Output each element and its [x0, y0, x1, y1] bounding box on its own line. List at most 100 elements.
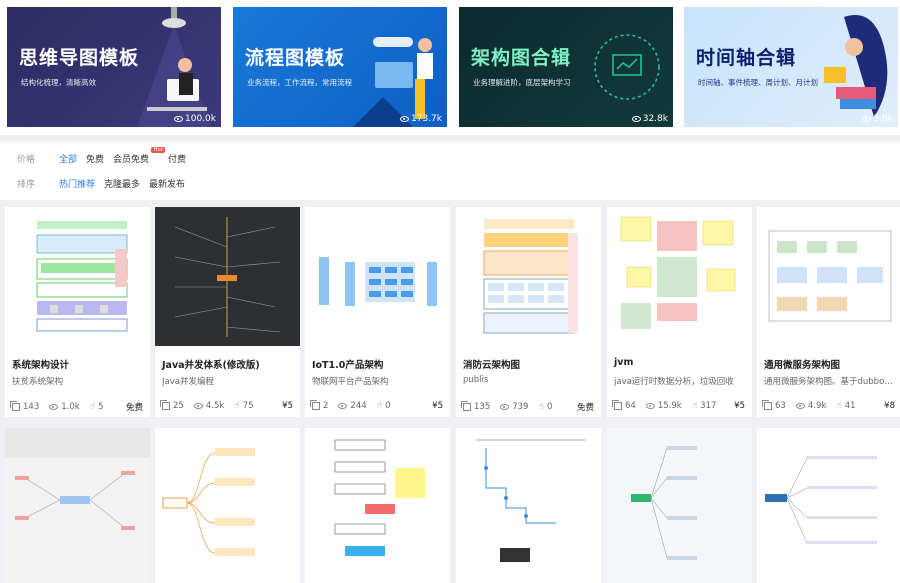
price-opt-member[interactable]: 会员免费 Hot [113, 147, 166, 165]
template-card[interactable]: jvm java运行时数据分析，垃圾回收 64 15.9k ☝ 317 ¥5 [607, 207, 752, 417]
views-count: 173.7k [411, 114, 442, 124]
eye-icon [193, 403, 203, 409]
views-count: 32.8k [642, 114, 668, 124]
clone-count: 135 [474, 402, 491, 412]
template-card[interactable] [5, 428, 150, 583]
sort-filter-row: 排序 热门推荐 克隆最多 最新发布 [17, 177, 185, 190]
card-stats: 143 1.0k ☝ 5 免费 [10, 401, 143, 413]
banner-flowchart[interactable]: 流程图模板 业务流程，工作流程，常用流程 173.7k [233, 7, 447, 127]
price-opt-free[interactable]: 免费 [86, 152, 104, 165]
eye-icon [400, 116, 410, 122]
banner-timeline[interactable]: 时间轴合辑 时间轴、事件梳理、周计划、月计划 5.8k [684, 7, 898, 127]
template-card[interactable]: 消防云架构图 publis 135 739 ☝ 0 免费 [456, 207, 601, 417]
card-thumbnail [757, 207, 900, 346]
clone-stat: 143 [10, 401, 40, 412]
clone-stat: 135 [461, 401, 491, 412]
banner-illustration [594, 34, 660, 100]
price-filter-row: 价格 全部 免费 会员免费 Hot 付费 [17, 147, 186, 165]
card-thumbnail [757, 428, 900, 583]
filter-panel: 价格 全部 免费 会员免费 Hot 付费 排序 热门推荐 克隆最多 最新发布 [0, 142, 900, 200]
template-card[interactable] [456, 428, 601, 583]
clone-stat: 25 [160, 400, 184, 411]
clone-stat: 2 [310, 400, 329, 411]
banner-views: 100.0k [174, 114, 216, 124]
banner-views: 32.8k [631, 114, 668, 124]
views-count: 5.8k [873, 114, 893, 124]
view-count: 739 [512, 402, 529, 412]
card-title: 消防云架构图 [463, 360, 521, 371]
card-thumbnail [155, 428, 300, 583]
card-thumbnail [607, 207, 752, 346]
thumbs-up-icon: ☝ [836, 401, 842, 411]
like-count: 41 [844, 401, 856, 411]
like-stat: ☝ 5 [90, 402, 104, 412]
copy-icon [160, 400, 170, 410]
clone-count: 63 [775, 401, 786, 411]
like-stat: ☝ 41 [836, 401, 855, 411]
banner-title: 架构图合辑 [471, 47, 572, 69]
like-count: 0 [546, 402, 553, 412]
banner-illustration [137, 7, 211, 127]
banner-views: 173.7k [400, 114, 442, 124]
banner-mindmap[interactable]: 思维导图模板 结构化梳理，清晰高效 100.0k [7, 7, 221, 127]
sort-opt-latest[interactable]: 最新发布 [149, 177, 185, 190]
eye-icon [174, 116, 184, 122]
price-opt-all[interactable]: 全部 [59, 152, 77, 165]
card-thumbnail [456, 207, 601, 346]
card-desc: 通用微服务架构图。基于dubbo的... [764, 377, 896, 387]
thumbs-up-icon: ☝ [89, 402, 96, 412]
thumbs-up-icon: ☝ [376, 401, 383, 411]
template-card[interactable]: Java并发体系(修改版) Java并发编程 25 4.5k ☝ 75 ¥5 [155, 207, 300, 417]
card-title: 系统架构设计 [12, 360, 70, 371]
clone-count: 64 [625, 401, 636, 411]
banner-strip: 思维导图模板 结构化梳理，清晰高效 100.0k 流程图模板 业务流程，工作流程… [0, 0, 900, 135]
clone-count: 143 [23, 402, 40, 412]
clone-count: 2 [323, 401, 329, 411]
template-card[interactable]: IoT1.0产品架构 物联网平台产品架构 2 244 ☝ 0 ¥5 [305, 207, 450, 417]
card-stats: 2 244 ☝ 0 ¥5 [310, 400, 443, 411]
sort-opt-clones[interactable]: 克隆最多 [104, 177, 140, 190]
view-stat: 739 [500, 402, 528, 412]
card-thumbnail [456, 428, 601, 583]
like-count: 5 [98, 402, 104, 412]
card-price: ¥8 [884, 401, 895, 411]
template-card[interactable] [305, 428, 450, 583]
view-count: 15.9k [657, 401, 682, 411]
template-card[interactable] [757, 428, 900, 583]
view-stat: 4.9k [795, 401, 826, 411]
card-thumbnail [5, 207, 150, 346]
sort-label: 排序 [17, 180, 36, 190]
copy-icon [310, 400, 320, 410]
like-stat: ☝ 0 [538, 402, 552, 412]
template-card[interactable] [155, 428, 300, 583]
card-price: ¥5 [432, 401, 443, 411]
banner-title: 时间轴合辑 [696, 47, 797, 69]
card-thumbnail [305, 207, 450, 346]
price-label: 价格 [17, 155, 36, 165]
like-count: 75 [242, 401, 254, 411]
thumbs-up-icon: ☝ [538, 402, 544, 412]
eye-icon [500, 404, 510, 410]
card-stats: 135 739 ☝ 0 免费 [461, 401, 594, 413]
eye-icon [795, 403, 805, 409]
card-stats: 25 4.5k ☝ 75 ¥5 [160, 400, 293, 411]
template-card[interactable] [607, 428, 752, 583]
like-stat: ☝ 317 [692, 401, 717, 411]
card-title: 通用微服务架构图 [764, 360, 841, 371]
template-card[interactable]: 通用微服务架构图 通用微服务架构图。基于dubbo的... 63 4.9k ☝ 4… [757, 207, 900, 417]
banner-subtitle: 时间轴、事件梳理、周计划、月计划 [698, 78, 818, 87]
template-card[interactable]: 系统架构设计 扶贫系统架构 143 1.0k ☝ 5 免费 [5, 207, 150, 417]
banner-architecture[interactable]: 架构图合辑 业务理解进阶，底层架构学习 32.8k [459, 7, 673, 127]
banner-views: 5.8k [862, 114, 893, 124]
view-stat: 15.9k [645, 401, 682, 411]
copy-icon [461, 401, 471, 411]
card-desc: Java并发编程 [162, 377, 214, 387]
like-stat: ☝ 75 [234, 401, 253, 411]
sort-opt-hot[interactable]: 热门推荐 [59, 177, 95, 190]
eye-icon [338, 403, 348, 409]
eye-icon [631, 116, 641, 122]
like-count: 0 [385, 401, 391, 411]
card-desc: 扶贫系统架构 [12, 377, 64, 387]
price-opt-paid[interactable]: 付费 [168, 152, 186, 165]
banner-subtitle: 业务流程，工作流程，常用流程 [247, 78, 352, 87]
